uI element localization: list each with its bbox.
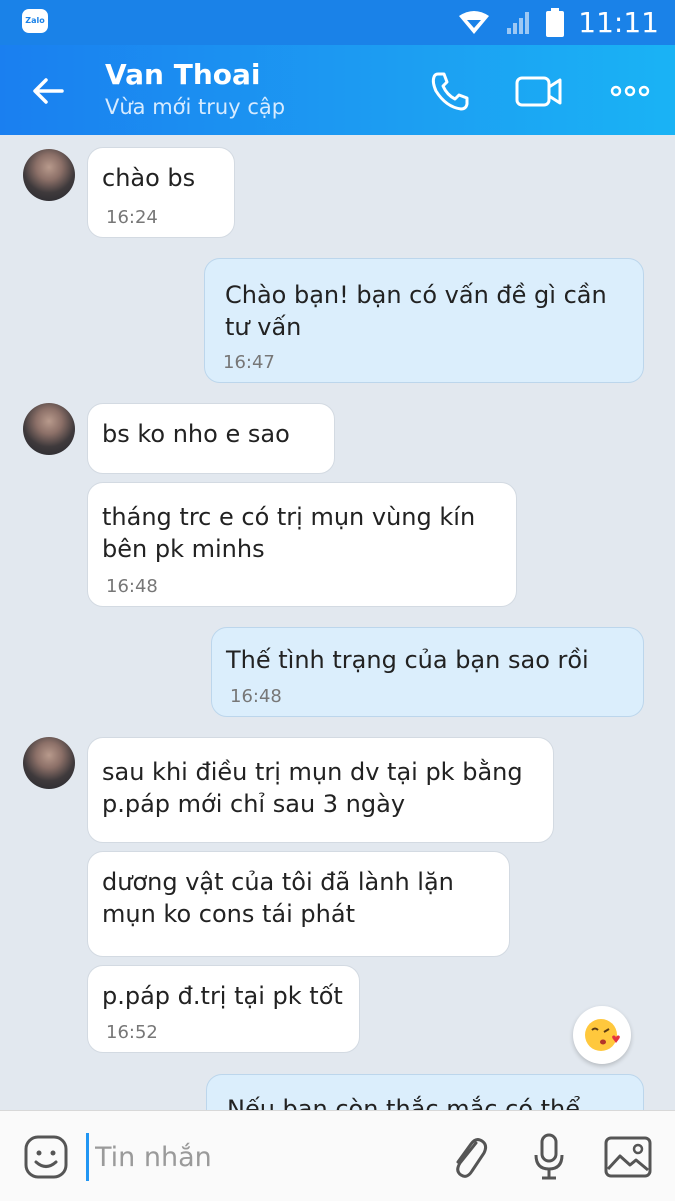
message-text: Nếu bạn còn thắc mắc có thể	[227, 1095, 581, 1110]
message-time: 16:48	[230, 686, 282, 707]
phone-icon	[431, 72, 469, 111]
message-time: 16:47	[223, 352, 275, 373]
message-composer	[0, 1110, 675, 1201]
paperclip-icon	[456, 1138, 488, 1178]
message-bubble-outgoing[interactable]: Chào bạn! bạn có vấn đề gì cần tư vấn 16…	[204, 258, 644, 383]
message-text: chào bs	[102, 164, 196, 192]
contact-status: Vừa mới truy cập	[105, 95, 286, 119]
avatar[interactable]	[23, 737, 75, 789]
message-list[interactable]: chào bs 16:24 Chào bạn! bạn có vấn đề gì…	[0, 135, 675, 1110]
avatar[interactable]	[23, 403, 75, 455]
image-icon	[604, 1136, 652, 1178]
message-text: sau khi điều trị mụn dv tại pk bằng p.pá…	[102, 758, 523, 818]
chat-header: Van Thoai Vừa mới truy cập	[0, 45, 675, 135]
video-camera-icon	[515, 76, 562, 107]
zalo-app-icon: Zalo	[22, 9, 48, 33]
call-button[interactable]	[428, 69, 474, 113]
avatar[interactable]	[23, 149, 75, 201]
arrow-left-icon	[33, 78, 64, 104]
battery-icon	[546, 8, 564, 37]
message-time: 16:52	[106, 1022, 158, 1043]
message-bubble-incoming[interactable]: chào bs 16:24	[87, 147, 235, 238]
signal-icon	[507, 12, 529, 34]
more-dots-icon	[610, 85, 650, 97]
attach-button[interactable]	[446, 1131, 492, 1183]
message-text: p.páp đ.trị tại pk tốt	[102, 982, 343, 1010]
message-bubble-incoming[interactable]: bs ko nho e sao	[87, 403, 335, 474]
message-input[interactable]	[86, 1133, 425, 1181]
back-button[interactable]	[28, 71, 74, 111]
video-call-button[interactable]	[514, 69, 566, 113]
contact-name[interactable]: Van Thoai	[105, 58, 260, 91]
message-bubble-incoming[interactable]: dương vật của tôi đã lành lặn mụn ko con…	[87, 851, 510, 957]
message-text: dương vật của tôi đã lành lặn mụn ko con…	[102, 868, 454, 928]
sticker-button[interactable]	[22, 1133, 70, 1181]
message-bubble-outgoing[interactable]: Nếu bạn còn thắc mắc có thể	[206, 1074, 644, 1110]
emoji-reaction-button[interactable]	[573, 1006, 631, 1064]
message-bubble-incoming[interactable]: sau khi điều trị mụn dv tại pk bằng p.pá…	[87, 737, 554, 843]
message-text: tháng trc e có trị mụn vùng kín bên pk m…	[102, 503, 476, 563]
wifi-icon	[459, 11, 489, 34]
image-picker-button[interactable]	[602, 1133, 654, 1181]
message-text: bs ko nho e sao	[102, 420, 290, 448]
message-text: Thế tình trạng của bạn sao rồi	[226, 646, 589, 674]
message-time: 16:24	[106, 207, 158, 228]
message-bubble-incoming[interactable]: tháng trc e có trị mụn vùng kín bên pk m…	[87, 482, 517, 607]
status-icons	[457, 8, 565, 37]
smiley-icon	[24, 1135, 68, 1179]
message-bubble-incoming[interactable]: p.páp đ.trị tại pk tốt 16:52	[87, 965, 360, 1053]
more-button[interactable]	[606, 69, 656, 113]
message-time: 16:48	[106, 576, 158, 597]
microphone-icon	[534, 1133, 564, 1180]
message-bubble-outgoing[interactable]: Thế tình trạng của bạn sao rồi 16:48	[211, 627, 644, 717]
microphone-button[interactable]	[530, 1131, 568, 1183]
status-time: 11:11	[578, 6, 659, 39]
status-bar: Zalo 11:11	[0, 0, 675, 45]
message-text: Chào bạn! bạn có vấn đề gì cần tư vấn	[225, 281, 607, 341]
kiss-emoji-icon	[585, 1019, 620, 1051]
